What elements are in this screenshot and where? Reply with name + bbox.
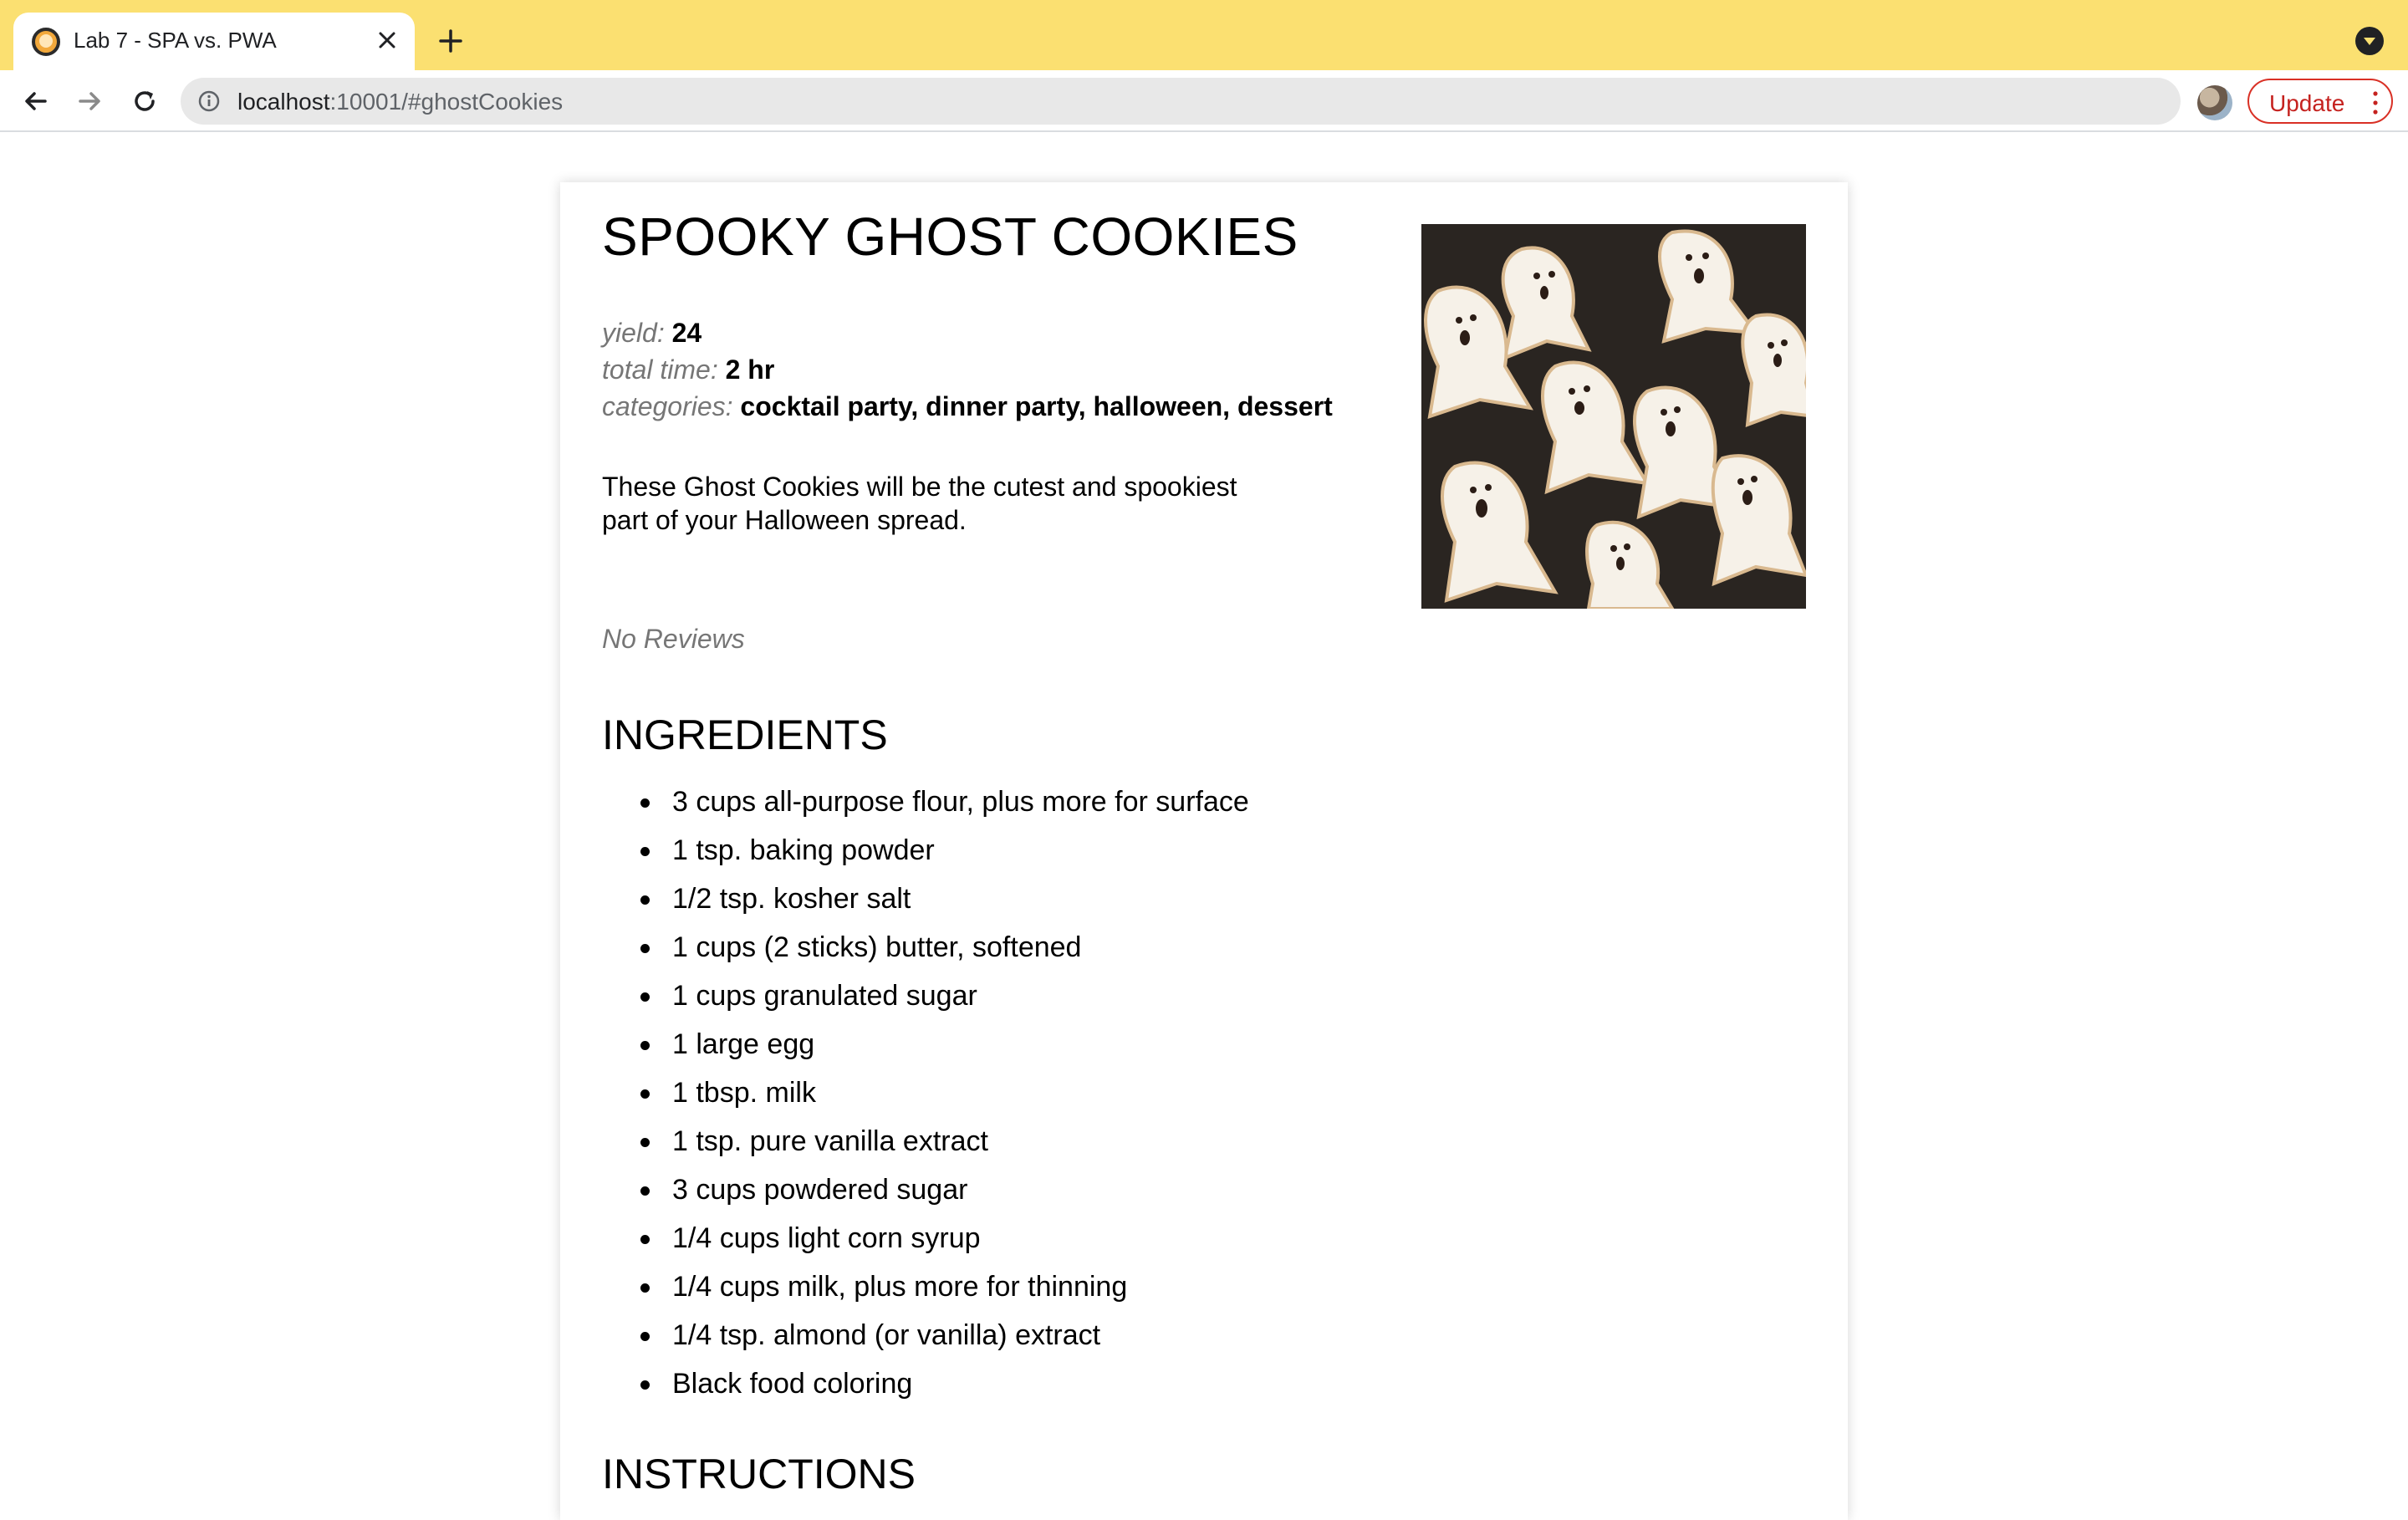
ingredient-item: 1/4 tsp. almond (or vanilla) extract (640, 1311, 1249, 1359)
categories-value: cocktail party, dinner party, halloween,… (740, 391, 1333, 421)
more-menu-icon[interactable] (2373, 90, 2378, 115)
ingredients-heading: INGREDIENTS (602, 712, 888, 758)
ingredient-item: 1 cups granulated sugar (640, 972, 1249, 1020)
recipe-description: These Ghost Cookies will be the cutest a… (602, 472, 1237, 535)
back-arrow-icon[interactable] (18, 84, 54, 119)
ingredient-item: 1/4 cups milk, plus more for thinning (640, 1262, 1249, 1311)
total-time-row: total time: 2 hr (602, 351, 1333, 388)
yield-row: yield: 24 (602, 314, 1333, 351)
ingredient-item: 1 cups (2 sticks) butter, softened (640, 923, 1249, 972)
ingredient-item: 1 tsp. baking powder (640, 826, 1249, 875)
ingredient-item: 1 large egg (640, 1020, 1249, 1069)
categories-row: categories: cocktail party, dinner party… (602, 388, 1333, 425)
url-host: localhost (237, 89, 330, 115)
browser-toolbar: localhost:10001/#ghostCookies Update (0, 70, 2408, 132)
browser-tab-bar: Lab 7 - SPA vs. PWA (0, 0, 2408, 70)
ingredient-item: 1/2 tsp. kosher salt (640, 875, 1249, 923)
site-info-icon[interactable] (197, 89, 221, 113)
profile-avatar[interactable] (2197, 85, 2232, 120)
total-time-label: total time: (602, 354, 718, 385)
ingredient-item: 1 tbsp. milk (640, 1069, 1249, 1117)
recipe-photo (1421, 224, 1806, 609)
url-text[interactable]: localhost:10001/#ghostCookies (237, 89, 563, 115)
new-tab-plus-icon[interactable] (433, 23, 468, 59)
forward-arrow-icon[interactable] (72, 84, 107, 119)
ingredient-item: 1 tsp. pure vanilla extract (640, 1117, 1249, 1166)
yield-label: yield: (602, 318, 665, 348)
tab-title: Lab 7 - SPA vs. PWA (74, 28, 277, 53)
browser-tab-active[interactable]: Lab 7 - SPA vs. PWA (13, 13, 415, 70)
address-bar[interactable]: localhost:10001/#ghostCookies (181, 78, 2339, 125)
update-button-label: Update (2269, 90, 2345, 116)
recipe-meta: yield: 24 total time: 2 hr categories: c… (602, 314, 1333, 425)
ingredient-item: 1/4 cups light corn syrup (640, 1214, 1249, 1262)
reload-icon[interactable] (127, 84, 162, 119)
instructions-heading: INSTRUCTIONS (602, 1451, 916, 1497)
ingredient-item: 3 cups all-purpose flour, plus more for … (640, 778, 1249, 826)
favicon-icon (32, 28, 60, 56)
recipe-title: SPOOKY GHOST COOKIES (602, 207, 1298, 267)
url-path: :10001/#ghostCookies (329, 89, 564, 115)
ingredient-item: 3 cups powdered sugar (640, 1166, 1249, 1214)
recipe-card: SPOOKY GHOST COOKIES yield: 24 total tim… (560, 182, 1848, 1520)
update-button[interactable]: Update (2247, 79, 2393, 124)
reviews-status: No Reviews (602, 624, 745, 654)
total-time-value: 2 hr (725, 354, 775, 385)
tab-search-chevron-icon[interactable] (2355, 27, 2384, 55)
ingredients-list: 3 cups all-purpose flour, plus more for … (640, 778, 1249, 1408)
categories-label: categories: (602, 391, 733, 421)
yield-value: 24 (671, 318, 702, 348)
ingredient-item: Black food coloring (640, 1359, 1249, 1408)
close-tab-icon[interactable] (373, 26, 401, 54)
